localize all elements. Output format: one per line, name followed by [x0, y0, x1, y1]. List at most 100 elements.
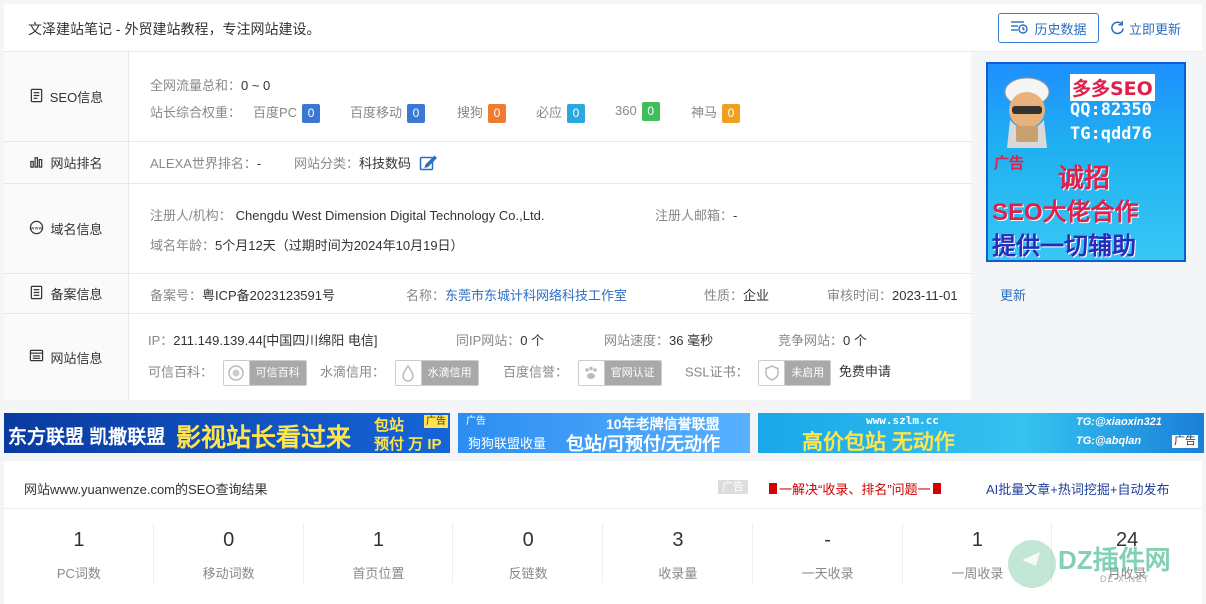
icp-name-link[interactable]: 东莞市东城计科网络科技工作室	[445, 288, 627, 303]
paw-icon	[578, 361, 605, 385]
result-red-ad-text: 一解决“收录、排名”问题一	[779, 482, 931, 497]
history-icon	[1010, 20, 1029, 37]
history-data-button[interactable]: 历史数据	[998, 13, 1099, 43]
site-category: 网站分类：科技数码	[294, 153, 437, 175]
baidu-credit: 百度信誉： 官网认证	[503, 360, 662, 386]
banner1-main-text: 影视站长看过来	[176, 424, 352, 452]
seo-info-label-cell: SEO信息	[4, 52, 129, 141]
site-info-table: SEO信息 全网流量总和：0 ~ 0 站长综合权重： 百度PC 0 百度移动 0 搜…	[4, 52, 1026, 400]
ip-value: 211.149.139.44[中国四川绵阳 电信]	[173, 333, 378, 348]
result-title: 网站www.yuanwenze.com的SEO查询结果	[24, 482, 268, 497]
record-icon	[29, 285, 44, 303]
site-info-row: 网站信息 IP：211.149.139.44[中国四川绵阳 电信] 同IP网站：…	[4, 314, 971, 400]
weight-bing[interactable]: 必应 0	[536, 102, 586, 123]
ssl-apply-link[interactable]: 免费申请	[839, 364, 891, 379]
ssl-badge[interactable]: 未启用	[758, 360, 832, 386]
same-ip-sites: 同IP网站：0 个	[456, 330, 544, 349]
weight-name: 神马	[691, 105, 718, 120]
seo-info-label: SEO信息	[49, 90, 104, 105]
stat-indexed[interactable]: 3 收录量	[603, 509, 753, 604]
weight-baidu-pc[interactable]: 百度PC 0	[253, 102, 321, 123]
side-ad-line3: TG:qdd76	[1070, 124, 1152, 144]
registrant: 注册人/机构： Chengdu West Dimension Digital Te…	[150, 205, 544, 224]
result-blue-ad-link[interactable]: AI批量文章+热词挖掘+自动发布	[986, 479, 1169, 498]
stat-backlinks[interactable]: 0 反链数	[453, 509, 603, 604]
watermark-brand: DZ插件网	[1058, 545, 1171, 575]
weight-name: 必应	[536, 105, 563, 120]
bar-chart-icon	[29, 154, 44, 172]
alexa-rank: ALEXA世界排名：-	[150, 153, 261, 172]
side-ad-big3: 提供一切辅助	[992, 233, 1136, 260]
stat-home-position[interactable]: 1 首页位置	[304, 509, 454, 604]
rank-row: 网站排名 ALEXA世界排名：- 网站分类：科技数码	[4, 142, 971, 184]
shuidi-badge[interactable]: 水滴信用	[394, 360, 479, 386]
icp-number: 备案号：粤ICP备2023123591号	[150, 285, 335, 304]
icp-update-link[interactable]: 更新	[1000, 285, 1026, 304]
ssl-key: SSL证书：	[685, 364, 749, 380]
icp-name-key: 名称：	[406, 288, 446, 303]
result-red-ad-link[interactable]: 一解决“收录、排名”问题一	[769, 479, 941, 498]
red-square-icon	[932, 483, 941, 494]
stat-label: 首页位置	[352, 566, 405, 581]
weight-baidu-mobile[interactable]: 百度移动 0	[350, 102, 426, 123]
medal-icon	[223, 361, 250, 385]
same-ip-value: 0 个	[520, 333, 545, 348]
weight-shenma[interactable]: 神马 0	[691, 102, 741, 123]
icp-label: 备案信息	[50, 287, 103, 302]
registrant-key: 注册人/机构：	[150, 208, 232, 223]
weight-name: 360	[615, 103, 637, 118]
weight-360[interactable]: 360 0	[615, 102, 660, 121]
shield-icon	[759, 361, 786, 385]
baidu-credit-badge[interactable]: 官网认证	[577, 360, 662, 386]
side-ad-line2: QQ:82350	[1070, 100, 1152, 120]
seo-info-row: SEO信息 全网流量总和：0 ~ 0 站长综合权重： 百度PC 0 百度移动 0 搜…	[4, 52, 971, 142]
banner1-right-line1: 包站	[374, 417, 405, 434]
weight-name: 百度PC	[253, 105, 298, 120]
total-traffic-value: 0 ~ 0	[241, 78, 271, 93]
banner3-main-text: 高价包站 无动作	[802, 431, 955, 453]
www-icon: www	[29, 220, 44, 238]
history-data-label: 历史数据	[1034, 21, 1087, 37]
ad-banner-1[interactable]: 东方联盟 凯撒联盟 影视站长看过来 包站 预付 万 IP 广告	[4, 413, 450, 453]
icp-audit-value: 2023-11-01	[892, 288, 958, 303]
speed-value: 36 毫秒	[669, 333, 714, 348]
side-ad-banner[interactable]: 多多SEO QQ:82350 TG:qdd76 广告 诚招 SEO大佬合作 提供…	[986, 62, 1186, 262]
icp-row: 备案信息 备案号：粤ICP备2023123591号 名称：东莞市东城计科网络科技…	[4, 274, 1026, 314]
weight-badge: 0	[302, 104, 321, 123]
speed-key: 网站速度：	[604, 333, 670, 348]
stat-label: PC词数	[56, 566, 101, 581]
age-key: 域名年龄：	[150, 238, 216, 253]
weight-key: 站长综合权重：	[150, 105, 242, 120]
stat-pc-words[interactable]: 1 PC词数	[4, 509, 154, 604]
stat-day-indexed[interactable]: - 一天收录	[753, 509, 903, 604]
stat-value: 1	[372, 529, 384, 551]
banner3-tg1: TG:@xiaoxin321	[1076, 416, 1162, 428]
domain-age: 域名年龄：5个月12天（过期时间为2024年10月19日）	[150, 235, 464, 254]
registrant-email: 注册人邮箱：-	[655, 205, 737, 224]
edit-icon[interactable]	[419, 154, 437, 175]
icp-name: 名称：东莞市东城计科网络科技工作室	[406, 285, 627, 304]
email-key: 注册人邮箱：	[655, 208, 734, 223]
weight-badge: 0	[567, 104, 586, 123]
baike-badge[interactable]: 可信百科	[222, 360, 307, 386]
page-title: 文泽建站笔记 - 外贸建站教程，专注网站建设。	[28, 21, 321, 37]
banner1-ad-tag: 广告	[424, 415, 448, 428]
icp-number-value: 粤ICP备2023123591号	[202, 288, 335, 303]
baike-badge-text: 可信百科	[249, 361, 306, 385]
icp-nature-key: 性质：	[704, 288, 744, 303]
competitor-sites: 竞争网站：0 个	[778, 330, 867, 349]
weight-badge: 0	[641, 102, 660, 121]
same-ip-key: 同IP网站：	[456, 333, 521, 348]
weight-badge: 0	[722, 104, 741, 123]
refresh-now-button[interactable]: 立即更新	[1110, 19, 1181, 38]
ad-banner-3[interactable]: www.szlm.cc 高价包站 无动作 TG:@xiaoxin321 TG:@…	[758, 413, 1204, 453]
cartoon-figure-icon	[992, 70, 1062, 150]
competitor-value: 0 个	[843, 333, 867, 348]
rank-label-cell: 网站排名	[4, 142, 129, 183]
weight-sogou[interactable]: 搜狗 0	[457, 102, 507, 123]
ad-banner-2[interactable]: 广告 10年老牌信誉联盟 狗狗联盟收量 包站/可预付/无动作	[458, 413, 750, 453]
banner3-tg2: TG:@abqlan	[1076, 435, 1142, 447]
stat-mobile-words[interactable]: 0 移动词数	[154, 509, 304, 604]
icp-label-cell: 备案信息	[4, 274, 129, 313]
banner1-left-text: 东方联盟 凯撒联盟	[8, 427, 166, 448]
